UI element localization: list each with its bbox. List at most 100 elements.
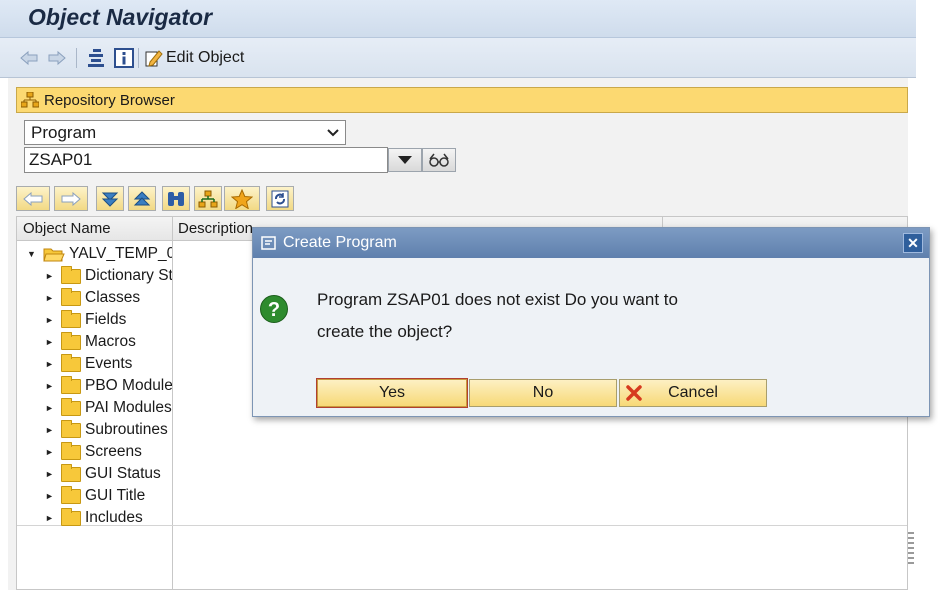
cancel-x-icon	[626, 385, 642, 401]
question-icon: ?	[259, 294, 289, 328]
edit-object-label: Edit Object	[166, 49, 245, 66]
repository-browser-bar[interactable]: Repository Browser	[16, 87, 908, 113]
tree-item-label: Dictionary St	[85, 267, 172, 284]
collapse-down-button[interactable]	[96, 186, 124, 211]
tree-item[interactable]: ► Macros	[45, 331, 136, 353]
expanded-caret-icon[interactable]: ▼	[27, 249, 37, 259]
info-icon[interactable]	[114, 48, 134, 68]
object-type-select[interactable]: Program	[24, 120, 346, 145]
title-bar: Object Navigator	[0, 0, 916, 38]
hierarchy-tree-icon	[198, 190, 218, 207]
tree-item-label: GUI Title	[85, 487, 146, 504]
tree-item-label: Subroutines	[85, 421, 168, 438]
collapsed-caret-icon[interactable]: ►	[45, 271, 55, 281]
collapse-up-button[interactable]	[128, 186, 156, 211]
cancel-button[interactable]: Cancel	[619, 379, 767, 407]
tree-rows: ▼ YALV_TEMP_0 ► Dictionary St ► Classes ► F…	[17, 241, 172, 551]
collapsed-caret-icon[interactable]: ►	[45, 381, 55, 391]
tree-item[interactable]: ► Subroutines	[45, 419, 168, 441]
folder-icon	[61, 309, 81, 328]
hierarchy-icon[interactable]	[86, 48, 106, 68]
collapsed-caret-icon[interactable]: ►	[45, 337, 55, 347]
dialog-title-bar[interactable]: Create Program	[253, 228, 929, 258]
tree-item[interactable]: ► Events	[45, 353, 132, 375]
object-name-value: ZSAP01	[29, 150, 93, 169]
binoculars-icon	[168, 191, 184, 206]
folder-icon	[61, 287, 81, 306]
dialog-message-line: create the object?	[317, 322, 453, 341]
window-icon	[261, 236, 276, 250]
back-arrow-icon[interactable]	[20, 48, 38, 68]
close-icon[interactable]: ✕	[903, 233, 923, 253]
collapsed-caret-icon[interactable]: ►	[45, 447, 55, 457]
tree-item[interactable]: ► Includes	[45, 507, 143, 529]
hierarchy-button[interactable]	[194, 186, 222, 211]
svg-text:?: ?	[268, 299, 280, 321]
collapsed-caret-icon[interactable]: ►	[45, 513, 55, 523]
display-button[interactable]	[422, 148, 456, 172]
forward-arrow-icon	[61, 191, 81, 206]
dialog-title: Create Program	[283, 234, 397, 251]
create-program-dialog: Create Program ✕ ? Program ZSAP01 does n…	[252, 227, 930, 417]
tree-item-label: Includes	[85, 509, 143, 526]
column-header-object-name[interactable]: Object Name	[23, 220, 111, 237]
tree-item-label: Screens	[85, 443, 142, 460]
tree-item[interactable]: ► Dictionary St	[45, 265, 172, 287]
column-divider[interactable]	[172, 217, 173, 590]
tree-item[interactable]: ► Screens	[45, 441, 142, 463]
tree-item-label: PBO Modules	[85, 377, 172, 394]
folder-icon	[61, 331, 81, 350]
dropdown-button[interactable]	[388, 148, 422, 172]
collapsed-caret-icon[interactable]: ►	[45, 469, 55, 479]
tree-item[interactable]: ► PAI Modules	[45, 397, 172, 419]
triangle-down-icon	[398, 156, 412, 164]
tree-item[interactable]: ► PBO Modules	[45, 375, 172, 397]
expand-all-icon	[101, 192, 119, 207]
toolbar-separator	[138, 48, 139, 68]
folder-icon	[61, 507, 81, 526]
collapsed-caret-icon[interactable]: ►	[45, 491, 55, 501]
tree-item[interactable]: ► Classes	[45, 287, 140, 309]
collapse-all-icon	[133, 190, 151, 205]
tree-item-label: GUI Status	[85, 465, 161, 482]
collapsed-caret-icon[interactable]: ►	[45, 359, 55, 369]
tree-item[interactable]: ► GUI Status	[45, 463, 161, 485]
tree-item-label: Fields	[85, 311, 127, 328]
collapsed-caret-icon[interactable]: ►	[45, 293, 55, 303]
tree-item-label: Classes	[85, 289, 141, 306]
previous-object-button[interactable]	[16, 186, 50, 211]
cancel-label: Cancel	[668, 384, 718, 401]
folder-icon	[61, 419, 81, 438]
refresh-icon	[271, 190, 289, 207]
resize-grip[interactable]	[908, 532, 914, 566]
collapsed-caret-icon[interactable]: ►	[45, 425, 55, 435]
tree-item-label: PAI Modules	[85, 399, 172, 416]
toolbar-separator	[76, 48, 77, 68]
tree-item[interactable]: ► Fields	[45, 309, 126, 331]
folder-icon	[61, 485, 81, 504]
tree-root-node[interactable]: ▼ YALV_TEMP_0	[27, 243, 172, 265]
yes-button[interactable]: Yes	[316, 378, 468, 408]
open-folder-icon	[43, 248, 65, 262]
collapsed-caret-icon[interactable]: ►	[45, 315, 55, 325]
folder-icon	[61, 375, 81, 394]
column-header-description[interactable]: Description	[178, 220, 253, 237]
folder-icon	[61, 353, 81, 372]
dialog-message-line: Program ZSAP01 does not exist Do you wan…	[317, 290, 678, 309]
next-object-button[interactable]	[54, 186, 88, 211]
object-type-value: Program	[31, 122, 97, 142]
forward-arrow-icon[interactable]	[48, 48, 66, 68]
tree-item[interactable]: ► GUI Title	[45, 485, 145, 507]
favorites-button[interactable]	[224, 186, 260, 211]
no-button[interactable]: No	[469, 379, 617, 407]
refresh-button[interactable]	[266, 186, 294, 211]
collapsed-caret-icon[interactable]: ►	[45, 403, 55, 413]
chevron-down-icon	[327, 128, 339, 136]
object-name-input[interactable]: ZSAP01	[24, 147, 388, 173]
tree-item-label: Macros	[85, 333, 136, 350]
repository-browser-label: Repository Browser	[44, 91, 175, 109]
edit-object-button[interactable]: Edit Object	[144, 48, 244, 68]
tree-root-label: YALV_TEMP_0	[69, 245, 172, 262]
window-title: Object Navigator	[28, 4, 213, 30]
find-button[interactable]	[162, 186, 190, 211]
